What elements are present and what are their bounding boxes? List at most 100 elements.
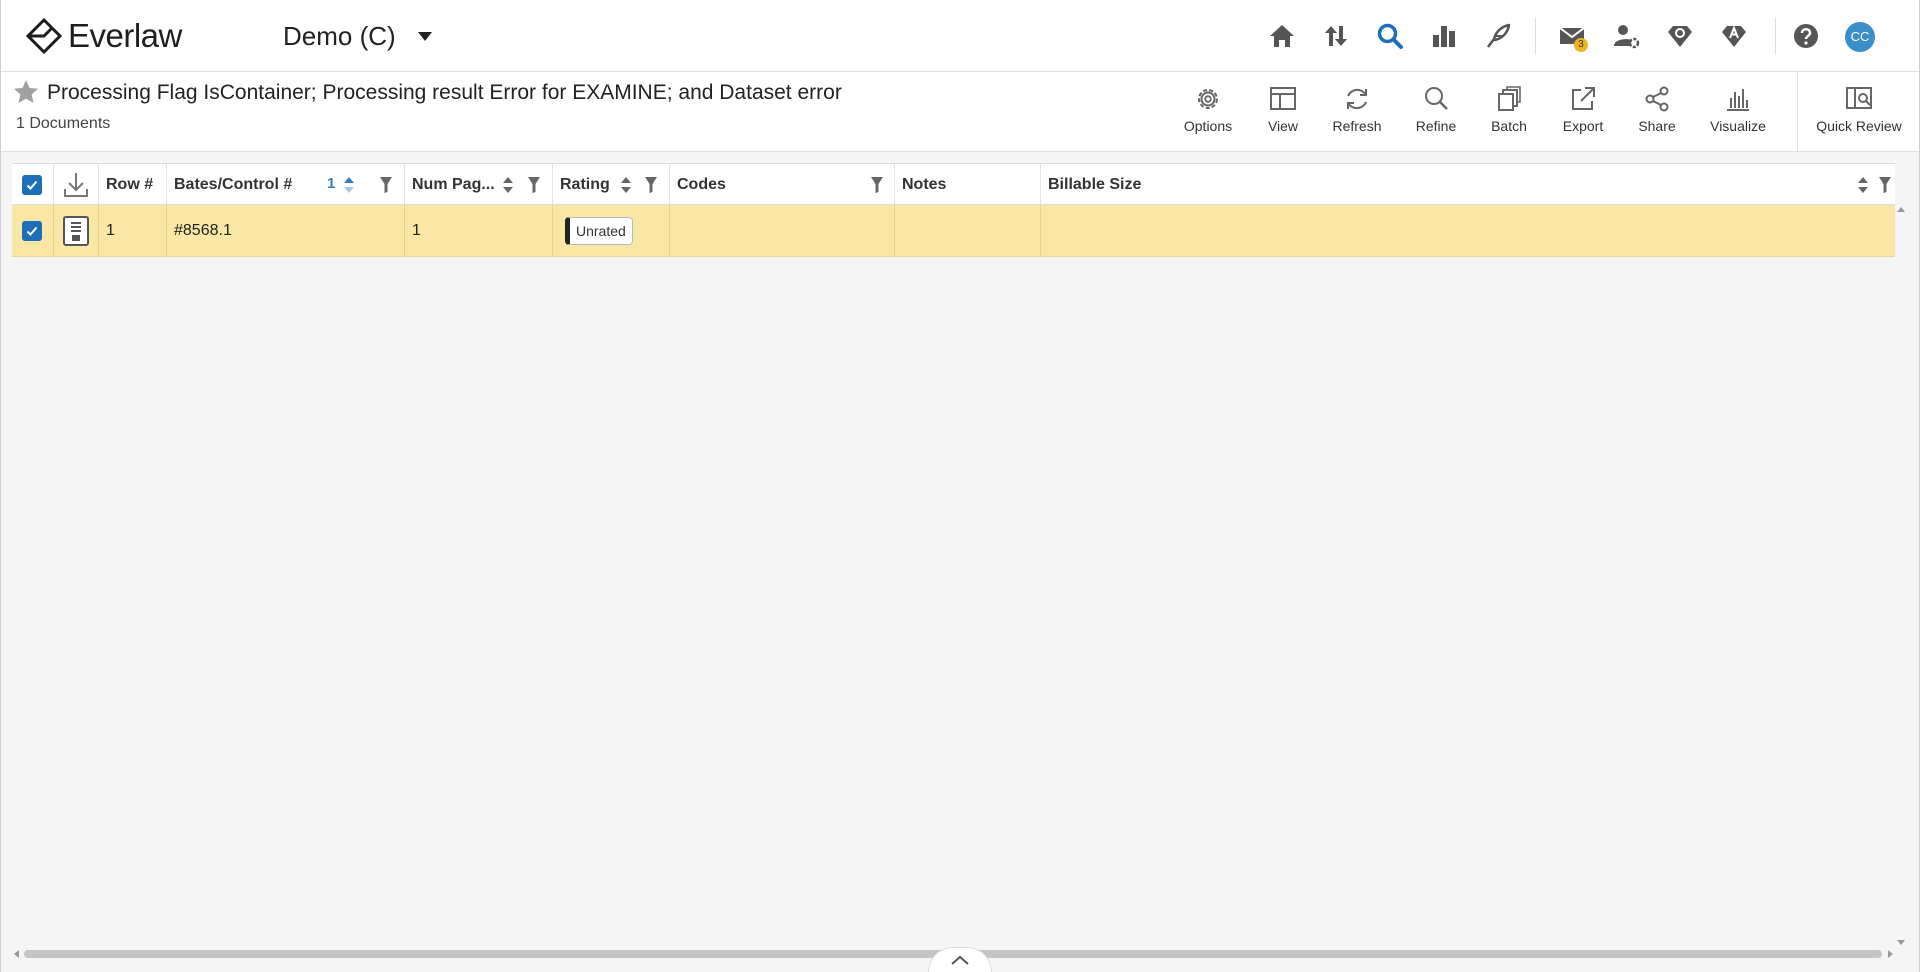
refine-button[interactable]: Refine <box>1401 84 1471 140</box>
column-label: Codes <box>677 175 726 193</box>
column-notes[interactable]: Notes <box>895 164 1041 205</box>
project-settings-icon[interactable] <box>1660 16 1700 56</box>
download-icon[interactable] <box>62 170 90 200</box>
filter-icon[interactable] <box>645 176 657 194</box>
column-label: Num Pag... <box>412 175 495 193</box>
column-billable-size[interactable]: Billable Size <box>1041 164 1895 205</box>
cell-num-pages: 1 <box>405 205 553 257</box>
review-window-icon[interactable] <box>1316 16 1356 56</box>
column-codes[interactable]: Codes <box>670 164 895 205</box>
column-bates[interactable]: Bates/Control # 1 <box>167 164 405 205</box>
cell-row-number: 1 <box>99 205 167 257</box>
sort-icon[interactable] <box>1857 176 1869 194</box>
column-label: Rating <box>560 175 610 193</box>
user-admin-icon[interactable] <box>1606 16 1646 56</box>
scroll-right-icon[interactable] <box>1885 949 1895 959</box>
search-icon[interactable] <box>1370 16 1410 56</box>
cell-rating: Unrated <box>553 205 670 257</box>
row-doc-cell <box>54 205 99 257</box>
user-avatar[interactable]: CC <box>1845 22 1875 52</box>
everlaw-logo-icon <box>25 17 63 55</box>
filter-icon[interactable] <box>1879 176 1891 194</box>
batch-label: Batch <box>1491 118 1527 134</box>
row-select-cell <box>12 205 54 257</box>
check-icon <box>26 180 38 190</box>
document-icon[interactable] <box>62 215 90 247</box>
view-button[interactable]: View <box>1248 84 1318 140</box>
results-header: Processing Flag IsContainer; Processing … <box>0 72 1920 152</box>
sort-icon[interactable] <box>620 176 632 194</box>
nav-divider <box>1775 18 1776 54</box>
visualize-label: Visualize <box>1710 118 1766 134</box>
logo-text: Everlaw <box>68 17 182 54</box>
share-button[interactable]: Share <box>1622 84 1692 140</box>
page-title: Processing Flag IsContainer; Processing … <box>47 81 842 104</box>
sort-icon[interactable] <box>502 176 514 194</box>
everlaw-logo[interactable]: Everlaw <box>24 14 182 58</box>
chevron-up-icon <box>951 955 969 965</box>
export-icon <box>1572 87 1595 110</box>
admin-icon[interactable] <box>1714 16 1754 56</box>
filter-icon[interactable] <box>871 176 883 194</box>
home-icon[interactable] <box>1262 16 1302 56</box>
cell-bates: #8568.1 <box>167 205 405 257</box>
cell-billable-size <box>1041 205 1895 257</box>
column-rating[interactable]: Rating <box>553 164 670 205</box>
analytics-icon[interactable] <box>1424 16 1464 56</box>
share-label: Share <box>1638 118 1676 134</box>
table-row[interactable]: 1 #8568.1 1 Unrated <box>12 205 1895 257</box>
check-icon <box>26 226 38 236</box>
project-name: Demo (C) <box>283 20 396 51</box>
refresh-label: Refresh <box>1332 118 1382 134</box>
vertical-scrollbar[interactable] <box>1895 205 1907 947</box>
scroll-left-icon[interactable] <box>12 949 22 959</box>
refresh-button[interactable]: Refresh <box>1322 84 1392 140</box>
download-cell <box>54 164 99 205</box>
sort-icon[interactable] <box>343 176 355 194</box>
column-label: Notes <box>902 175 947 193</box>
messages-badge: 3 <box>1574 38 1588 52</box>
select-all-checkbox[interactable] <box>22 174 42 195</box>
column-num-pages[interactable]: Num Pag... <box>405 164 553 205</box>
results-table: Row # Bates/Control # 1 Num Pag... Ratin… <box>12 163 1895 257</box>
bar-chart-icon <box>1727 89 1749 111</box>
layout-icon <box>1270 87 1296 110</box>
export-label: Export <box>1562 118 1604 134</box>
share-icon <box>1645 86 1669 112</box>
table-header: Row # Bates/Control # 1 Num Pag... Ratin… <box>12 163 1895 205</box>
column-row-number[interactable]: Row # <box>99 164 167 205</box>
rating-badge[interactable]: Unrated <box>565 217 633 245</box>
options-label: Options <box>1183 118 1233 134</box>
cell-notes[interactable] <box>895 205 1041 257</box>
batch-button[interactable]: Batch <box>1474 84 1544 140</box>
storybuilder-icon[interactable] <box>1478 16 1518 56</box>
toolbar-divider <box>1797 72 1798 152</box>
chevron-down-icon <box>417 31 432 41</box>
filter-icon[interactable] <box>528 176 540 194</box>
messages-icon[interactable]: 3 <box>1552 16 1592 56</box>
column-label: Bates/Control # <box>174 175 293 193</box>
magnifier-icon <box>1425 87 1448 110</box>
help-icon[interactable] <box>1786 16 1826 56</box>
project-selector[interactable]: Demo (C) <box>283 18 432 54</box>
filter-icon[interactable] <box>380 176 392 194</box>
quick-review-icon <box>1846 87 1872 109</box>
row-checkbox[interactable] <box>22 221 42 241</box>
batch-icon <box>1498 86 1521 111</box>
sort-order-number: 1 <box>327 175 336 192</box>
cell-codes[interactable] <box>670 205 895 257</box>
options-button[interactable]: Options <box>1173 84 1243 140</box>
document-count: 1 Documents <box>16 115 111 132</box>
top-navbar: Everlaw Demo (C) 3 CC <box>0 0 1920 72</box>
export-button[interactable]: Export <box>1548 84 1618 140</box>
quick-review-label: Quick Review <box>1816 118 1902 134</box>
nav-divider <box>1535 18 1536 54</box>
quick-review-button[interactable]: Quick Review <box>1811 84 1907 140</box>
select-all-cell <box>12 164 54 205</box>
favorite-star-icon[interactable] <box>12 78 40 106</box>
view-label: View <box>1267 118 1299 134</box>
refine-label: Refine <box>1415 118 1457 134</box>
gear-icon <box>1198 89 1218 109</box>
column-label: Row # <box>106 175 154 193</box>
visualize-button[interactable]: Visualize <box>1703 84 1773 140</box>
